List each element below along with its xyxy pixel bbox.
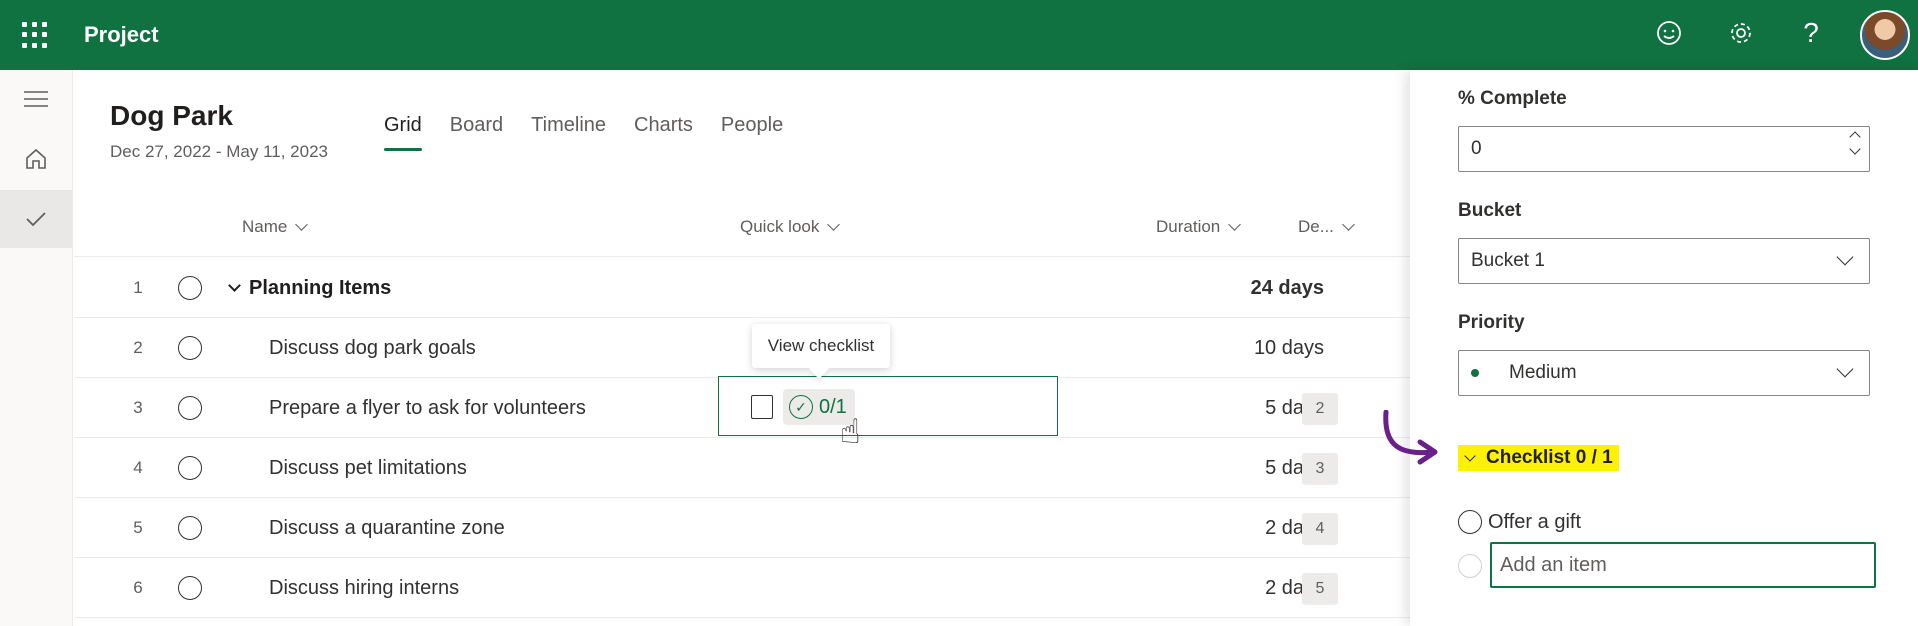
hamburger-icon[interactable] xyxy=(0,70,72,128)
notes-icon[interactable] xyxy=(751,395,773,419)
project-dates: Dec 27, 2022 - May 11, 2023 xyxy=(110,142,328,161)
row-number: 4 xyxy=(133,458,143,477)
chevron-down-icon xyxy=(1228,218,1242,231)
view-tabs: Grid Board Timeline Charts People xyxy=(384,114,811,151)
smiley-icon[interactable] xyxy=(1654,18,1684,48)
column-header-dependencies[interactable]: De... xyxy=(1298,217,1355,237)
task-complete-circle[interactable] xyxy=(178,576,202,600)
dependency-badge[interactable]: 5 xyxy=(1302,573,1338,605)
quick-look-cell[interactable]: ✓ 0/1 xyxy=(718,376,1058,436)
checklist-item-label[interactable]: Offer a gift xyxy=(1488,511,1581,534)
column-header-name[interactable]: Name xyxy=(242,217,309,237)
table-row[interactable]: 5 Discuss a quarantine zone 2 days 4 xyxy=(74,498,1410,558)
checklist-header-label: Checklist 0 / 1 xyxy=(1486,447,1613,468)
task-name[interactable]: Discuss hiring interns xyxy=(269,558,459,618)
column-header-dependencies-label: De... xyxy=(1298,217,1334,236)
task-details-panel: % Complete 0 Bucket Bucket 1 Priority Me… xyxy=(1410,70,1918,626)
table-row[interactable]: 2 Discuss dog park goals 10 days xyxy=(74,318,1410,378)
home-icon[interactable] xyxy=(0,130,72,188)
priority-value: Medium xyxy=(1509,362,1577,383)
chevron-down-icon xyxy=(1342,218,1355,231)
dependency-badge[interactable]: 4 xyxy=(1302,513,1338,545)
task-complete-circle[interactable] xyxy=(178,456,202,480)
task-name[interactable]: Discuss a quarantine zone xyxy=(269,498,505,558)
annotation-arrow-icon xyxy=(1383,410,1438,465)
spinner-arrows-icon[interactable] xyxy=(1849,131,1861,155)
chevron-down-icon xyxy=(295,218,309,231)
tab-board[interactable]: Board xyxy=(450,114,503,151)
dependency-badge[interactable]: 3 xyxy=(1302,453,1338,485)
avatar[interactable] xyxy=(1860,10,1910,60)
column-header-quick-look-label: Quick look xyxy=(740,217,820,236)
tooltip: View checklist xyxy=(752,324,890,368)
checklist-item[interactable]: Offer a gift xyxy=(1458,510,1581,534)
help-icon[interactable]: ? xyxy=(1796,17,1826,48)
hand-pointer-cursor-icon: ☝ xyxy=(840,413,861,451)
chevron-down-icon xyxy=(827,218,841,231)
task-name[interactable]: Discuss pet limitations xyxy=(269,438,467,498)
tab-grid[interactable]: Grid xyxy=(384,114,422,151)
chevron-down-icon[interactable] xyxy=(228,278,241,292)
dependency-badge[interactable]: 2 xyxy=(1302,393,1338,425)
row-number: 1 xyxy=(133,278,143,297)
tasks-checkmark-icon[interactable] xyxy=(0,190,72,248)
header-divider xyxy=(74,256,1410,257)
column-header-duration[interactable]: Duration xyxy=(1156,217,1242,237)
bucket-label: Bucket xyxy=(1458,200,1522,221)
column-header-duration-label: Duration xyxy=(1156,217,1221,236)
waffle-icon[interactable] xyxy=(22,22,48,48)
chevron-down-icon xyxy=(1464,450,1476,462)
checklist-item-circle[interactable] xyxy=(1458,510,1482,534)
task-complete-circle[interactable] xyxy=(178,336,202,360)
row-number: 2 xyxy=(133,338,143,357)
checklist-header-highlight: Checklist 0 / 1 xyxy=(1458,445,1619,471)
group-name-label: Planning Items xyxy=(249,276,392,299)
add-item-input[interactable]: Add an item xyxy=(1490,542,1876,588)
tab-people[interactable]: People xyxy=(721,114,783,151)
project-title: Dog Park xyxy=(110,100,233,131)
row-number: 6 xyxy=(133,578,143,597)
checklist-header[interactable]: Checklist 0 / 1 xyxy=(1458,444,1619,472)
checkmark-circle-icon: ✓ xyxy=(789,395,813,419)
chevron-down-icon xyxy=(1836,360,1854,378)
bucket-value: Bucket 1 xyxy=(1471,250,1545,271)
tab-timeline[interactable]: Timeline xyxy=(531,114,606,151)
app-header: Project ? xyxy=(0,0,1918,70)
table-row[interactable]: 6 Discuss hiring interns 2 days 5 xyxy=(74,558,1410,618)
percent-complete-input[interactable]: 0 xyxy=(1458,126,1870,172)
checklist-item-circle xyxy=(1458,554,1482,578)
column-header-name-label: Name xyxy=(242,217,288,236)
task-name[interactable]: Prepare a flyer to ask for volunteers xyxy=(269,378,586,438)
task-complete-circle[interactable] xyxy=(178,516,202,540)
table-row[interactable]: 4 Discuss pet limitations 5 days 3 xyxy=(74,438,1410,498)
column-header-quick-look[interactable]: Quick look xyxy=(740,217,841,237)
task-duration[interactable]: 24 days xyxy=(1174,258,1324,318)
task-complete-circle[interactable] xyxy=(178,276,202,300)
priority-dot-icon xyxy=(1471,369,1479,377)
task-name[interactable]: Discuss dog park goals xyxy=(269,318,476,378)
table-row[interactable]: 1 Planning Items 24 days xyxy=(74,258,1410,318)
chevron-down-icon xyxy=(1836,248,1854,266)
left-rail xyxy=(0,70,73,626)
task-complete-circle[interactable] xyxy=(178,396,202,420)
gear-icon[interactable] xyxy=(1726,18,1756,48)
row-number: 5 xyxy=(133,518,143,537)
percent-complete-label: % Complete xyxy=(1458,88,1567,109)
percent-complete-value: 0 xyxy=(1471,138,1482,159)
row-number: 3 xyxy=(133,398,143,417)
bucket-dropdown[interactable]: Bucket 1 xyxy=(1458,238,1870,284)
priority-dropdown[interactable]: Medium xyxy=(1458,350,1870,396)
group-name[interactable]: Planning Items xyxy=(226,258,391,318)
task-duration[interactable]: 10 days xyxy=(1174,318,1324,378)
priority-label: Priority xyxy=(1458,312,1525,333)
tab-charts[interactable]: Charts xyxy=(634,114,693,151)
app-title[interactable]: Project xyxy=(84,22,159,48)
